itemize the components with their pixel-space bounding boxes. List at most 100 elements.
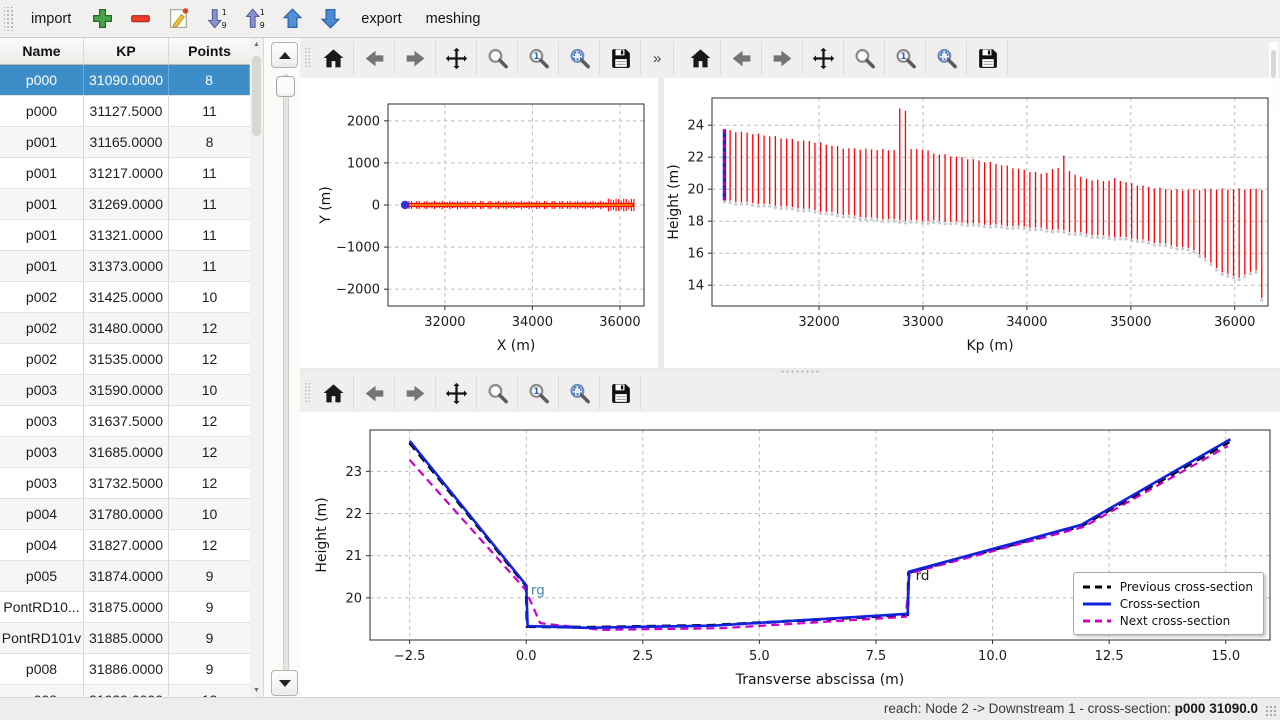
right-scrollbar-thumb[interactable] xyxy=(1271,50,1276,78)
back-button[interactable] xyxy=(354,41,395,75)
home-button[interactable] xyxy=(313,41,354,75)
pan-button[interactable] xyxy=(803,41,844,75)
forward-button[interactable] xyxy=(395,41,436,75)
toolbar-grip[interactable] xyxy=(304,382,310,404)
back-button[interactable] xyxy=(721,41,762,75)
svg-text:15.0: 15.0 xyxy=(1211,649,1240,664)
zoom-rect-button[interactable] xyxy=(559,41,600,75)
save-button[interactable] xyxy=(600,376,641,410)
table-row[interactable]: p00431780.000010 xyxy=(0,499,250,530)
plan-view-plot[interactable]: 320003400036000−2000−1000010002000X (m)Y… xyxy=(300,78,658,368)
longitudinal-profile-plot[interactable]: 3200033000340003500036000141618202224Kp … xyxy=(664,78,1280,368)
table-scrollbar-thumb[interactable] xyxy=(252,56,261,136)
table-row[interactable]: p00131373.000011 xyxy=(0,251,250,282)
home-button[interactable] xyxy=(313,376,354,410)
table-row[interactable]: p00831886.00009 xyxy=(0,654,250,685)
table-row[interactable]: p00531874.00009 xyxy=(0,561,250,592)
zoom-rect-icon xyxy=(934,46,959,71)
table-row[interactable]: p00131269.000011 xyxy=(0,189,250,220)
table-row[interactable]: p00131217.000011 xyxy=(0,158,250,189)
table-row[interactable]: p00831929.000013 xyxy=(0,685,250,697)
export-button[interactable]: export xyxy=(350,6,412,32)
edit-button[interactable] xyxy=(160,4,196,34)
name-cell: p002 xyxy=(0,313,84,343)
table-row[interactable]: p00131165.00008 xyxy=(0,127,250,158)
zoom-button[interactable] xyxy=(477,376,518,410)
name-cell: p003 xyxy=(0,437,84,467)
zoom-button[interactable] xyxy=(477,41,518,75)
table-row[interactable]: PontRD10...31875.00009 xyxy=(0,592,250,623)
zoom-rect-button[interactable] xyxy=(926,41,967,75)
sort-descending-button[interactable]: 19 xyxy=(198,4,234,34)
kp-cell: 31425.0000 xyxy=(84,282,169,312)
save-button[interactable] xyxy=(967,41,1008,75)
table-row[interactable]: p00131321.000011 xyxy=(0,220,250,251)
save-button[interactable] xyxy=(600,41,641,75)
zoom-icon xyxy=(485,381,510,406)
column-header-name[interactable]: Name xyxy=(0,38,84,64)
back-button[interactable] xyxy=(354,376,395,410)
svg-text:1000: 1000 xyxy=(347,156,380,171)
table-row[interactable]: p00431827.000012 xyxy=(0,530,250,561)
sort-ascending-button[interactable]: 19 xyxy=(236,4,272,34)
svg-text:Kp (m): Kp (m) xyxy=(966,338,1013,354)
svg-text:9: 9 xyxy=(222,21,227,30)
points-cell: 11 xyxy=(169,251,250,281)
panel-scrollbar-thumb[interactable] xyxy=(276,76,295,97)
table-row[interactable]: p00331637.500012 xyxy=(0,406,250,437)
add-icon xyxy=(90,6,115,31)
zoom-one-button[interactable]: 1 xyxy=(885,41,926,75)
svg-text:Y (m): Y (m) xyxy=(318,186,334,225)
add-button[interactable] xyxy=(84,4,120,34)
forward-button[interactable] xyxy=(395,376,436,410)
move-up-button[interactable] xyxy=(274,4,310,34)
table-row[interactable]: p00331590.000010 xyxy=(0,375,250,406)
pan-button[interactable] xyxy=(436,376,477,410)
plan-plot-svg: 320003400036000−2000−1000010002000X (m)Y… xyxy=(300,78,658,368)
right-scrollbar[interactable] xyxy=(1269,42,1278,114)
scroll-up-icon[interactable]: ▲ xyxy=(250,41,263,48)
column-header-kp[interactable]: KP xyxy=(84,38,169,64)
zoom-icon xyxy=(485,46,510,71)
table-row[interactable]: p00031127.500011 xyxy=(0,96,250,127)
table-row[interactable]: p00331685.000012 xyxy=(0,437,250,468)
forward-button[interactable] xyxy=(762,41,803,75)
points-cell: 9 xyxy=(169,623,250,653)
remove-button[interactable] xyxy=(122,4,158,34)
column-header-points[interactable]: Points xyxy=(169,38,250,64)
points-cell: 10 xyxy=(169,499,250,529)
svg-text:22: 22 xyxy=(345,507,362,522)
table-row[interactable]: p00031090.00008 xyxy=(0,65,250,96)
toolbar-grip[interactable] xyxy=(4,7,14,31)
name-cell: p004 xyxy=(0,499,84,529)
name-cell: p008 xyxy=(0,685,84,697)
cross-section-plot[interactable]: Previous cross-sectionCross-sectionNext … xyxy=(300,412,1280,697)
table-scrollbar[interactable]: ▲ ▼ xyxy=(250,38,264,697)
table-row[interactable]: PontRD101v31885.00009 xyxy=(0,623,250,654)
zoom-one-button[interactable]: 1 xyxy=(518,41,559,75)
move-down-button[interactable] xyxy=(312,4,348,34)
long-plot-svg: 3200033000340003500036000141618202224Kp … xyxy=(664,78,1280,368)
zoom-icon xyxy=(852,46,877,71)
table-row[interactable]: p00231480.000012 xyxy=(0,313,250,344)
table-row[interactable]: p00231425.000010 xyxy=(0,282,250,313)
zoom-one-button[interactable]: 1 xyxy=(518,376,559,410)
panel-scroll-up-button[interactable] xyxy=(271,42,298,68)
zoom-button[interactable] xyxy=(844,41,885,75)
name-cell: p003 xyxy=(0,406,84,436)
zoom-rect-button[interactable] xyxy=(559,376,600,410)
scroll-down-icon[interactable]: ▼ xyxy=(250,687,263,694)
pan-button[interactable] xyxy=(436,41,477,75)
table-row[interactable]: p00231535.000012 xyxy=(0,344,250,375)
toolbar-overflow-button[interactable]: » xyxy=(641,41,674,75)
triangle-up-icon xyxy=(279,52,291,59)
panel-scrollbar-track[interactable] xyxy=(283,74,289,672)
meshing-button[interactable]: meshing xyxy=(415,6,492,32)
import-button[interactable]: import xyxy=(20,6,82,32)
home-button[interactable] xyxy=(680,41,721,75)
svg-text:34000: 34000 xyxy=(1006,315,1047,330)
table-row[interactable]: p00331732.500012 xyxy=(0,468,250,499)
resize-grip-icon[interactable] xyxy=(1265,705,1277,717)
toolbar-grip[interactable] xyxy=(304,47,310,69)
panel-scroll-down-button[interactable] xyxy=(271,670,298,696)
